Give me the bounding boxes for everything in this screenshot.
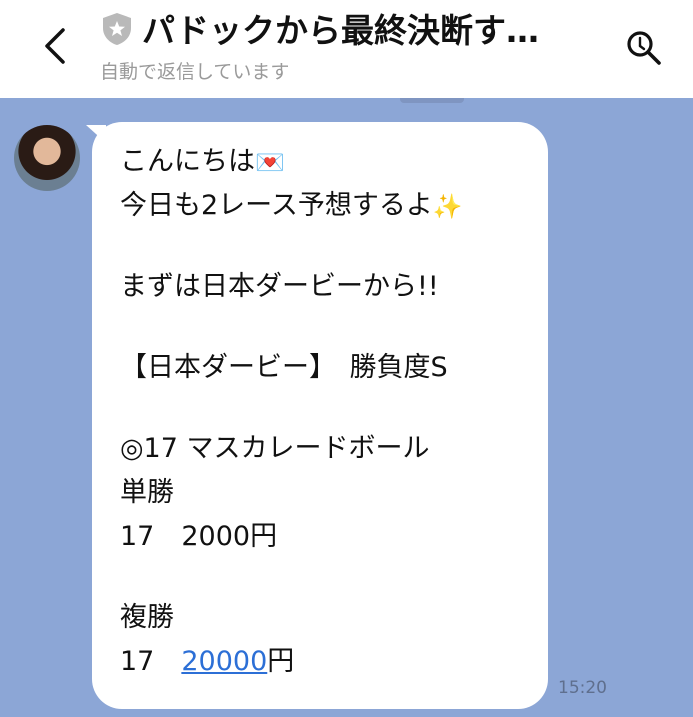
- message-bubble[interactable]: こんにちは💌 今日も2レース予想するよ✨ まずは日本ダービーから!! 【日本ダー…: [92, 122, 548, 709]
- message-line: 17 2000円: [120, 521, 278, 552]
- shield-icon: [103, 13, 131, 45]
- chat-subtitle: 自動で返信しています: [100, 61, 290, 83]
- amount-link[interactable]: 20000: [181, 646, 267, 677]
- message-line: 単勝: [120, 477, 174, 508]
- message-line: 複勝: [120, 602, 174, 633]
- message-line: まずは日本ダービーから!!: [120, 271, 439, 302]
- chat-title: パドックから最終決断す…: [142, 11, 539, 50]
- avatar[interactable]: [14, 125, 80, 191]
- message-line: 17 20000円: [120, 646, 295, 677]
- scroll-indicator: [400, 98, 464, 103]
- chat-header: パドックから最終決断す… 自動で返信しています: [0, 0, 693, 98]
- message-line: 【日本ダービー】 勝負度S: [120, 352, 448, 383]
- sparkles-emoji: ✨: [432, 192, 463, 221]
- message-timestamp: 15:20: [558, 678, 607, 698]
- message-line: 今日も2レース予想するよ✨: [120, 190, 463, 221]
- search-button[interactable]: [618, 22, 670, 74]
- back-arrow-icon: [45, 28, 65, 64]
- back-button[interactable]: [32, 22, 80, 70]
- message-line: こんにちは💌: [120, 146, 285, 177]
- message-line: ◎17 マスカレードボール: [120, 433, 430, 464]
- envelope-heart-emoji: 💌: [255, 148, 285, 177]
- search-icon: [627, 31, 661, 65]
